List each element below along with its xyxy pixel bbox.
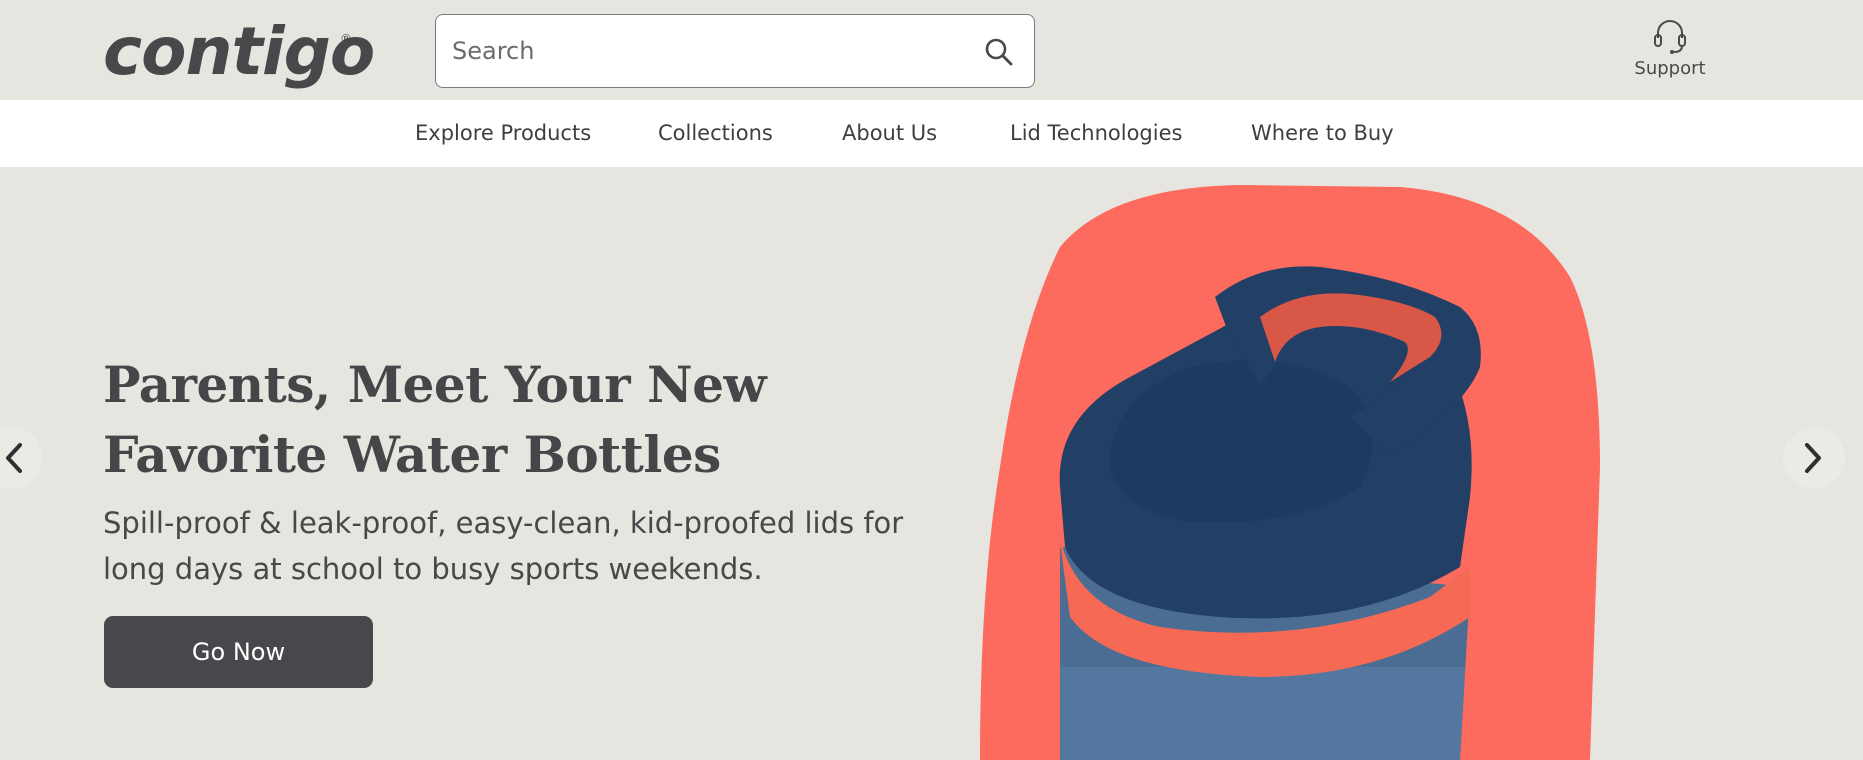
contigo-logo[interactable]: contigo	[103, 12, 375, 92]
carousel-next-button[interactable]	[1783, 427, 1845, 489]
hero-subtitle-line: long days at school to busy sports weeke…	[103, 552, 763, 586]
nav-item-collections[interactable]: Collections	[658, 100, 773, 167]
hero-subtitle-line: Spill-proof & leak-proof, easy-clean, ki…	[103, 506, 904, 540]
hero-subtitle: Spill-proof & leak-proof, easy-clean, ki…	[103, 500, 923, 592]
main-nav: Explore Products Collections About Us Li…	[0, 100, 1863, 167]
nav-item-explore-products[interactable]: Explore Products	[415, 100, 591, 167]
support-label: Support	[1634, 58, 1706, 79]
headset-icon	[1650, 16, 1690, 56]
site-header: contigo ® Support	[0, 0, 1863, 100]
nav-item-lid-technologies[interactable]: Lid Technologies	[1010, 100, 1182, 167]
search-box	[435, 14, 1035, 88]
hero-title: Parents, Meet Your New Favorite Water Bo…	[103, 350, 903, 490]
search-input[interactable]	[450, 15, 950, 87]
carousel-prev-button[interactable]	[0, 427, 42, 489]
water-bottle-image	[960, 167, 1680, 760]
hero-title-line: Favorite Water Bottles	[103, 425, 721, 484]
nav-item-about-us[interactable]: About Us	[842, 100, 937, 167]
hero-title-line: Parents, Meet Your New	[103, 355, 767, 414]
nav-item-where-to-buy[interactable]: Where to Buy	[1251, 100, 1394, 167]
hero-banner: Parents, Meet Your New Favorite Water Bo…	[0, 167, 1863, 760]
go-now-button[interactable]: Go Now	[104, 616, 373, 688]
support-link[interactable]: Support	[1620, 16, 1720, 86]
registered-mark: ®	[340, 32, 352, 46]
search-icon[interactable]	[983, 36, 1015, 68]
